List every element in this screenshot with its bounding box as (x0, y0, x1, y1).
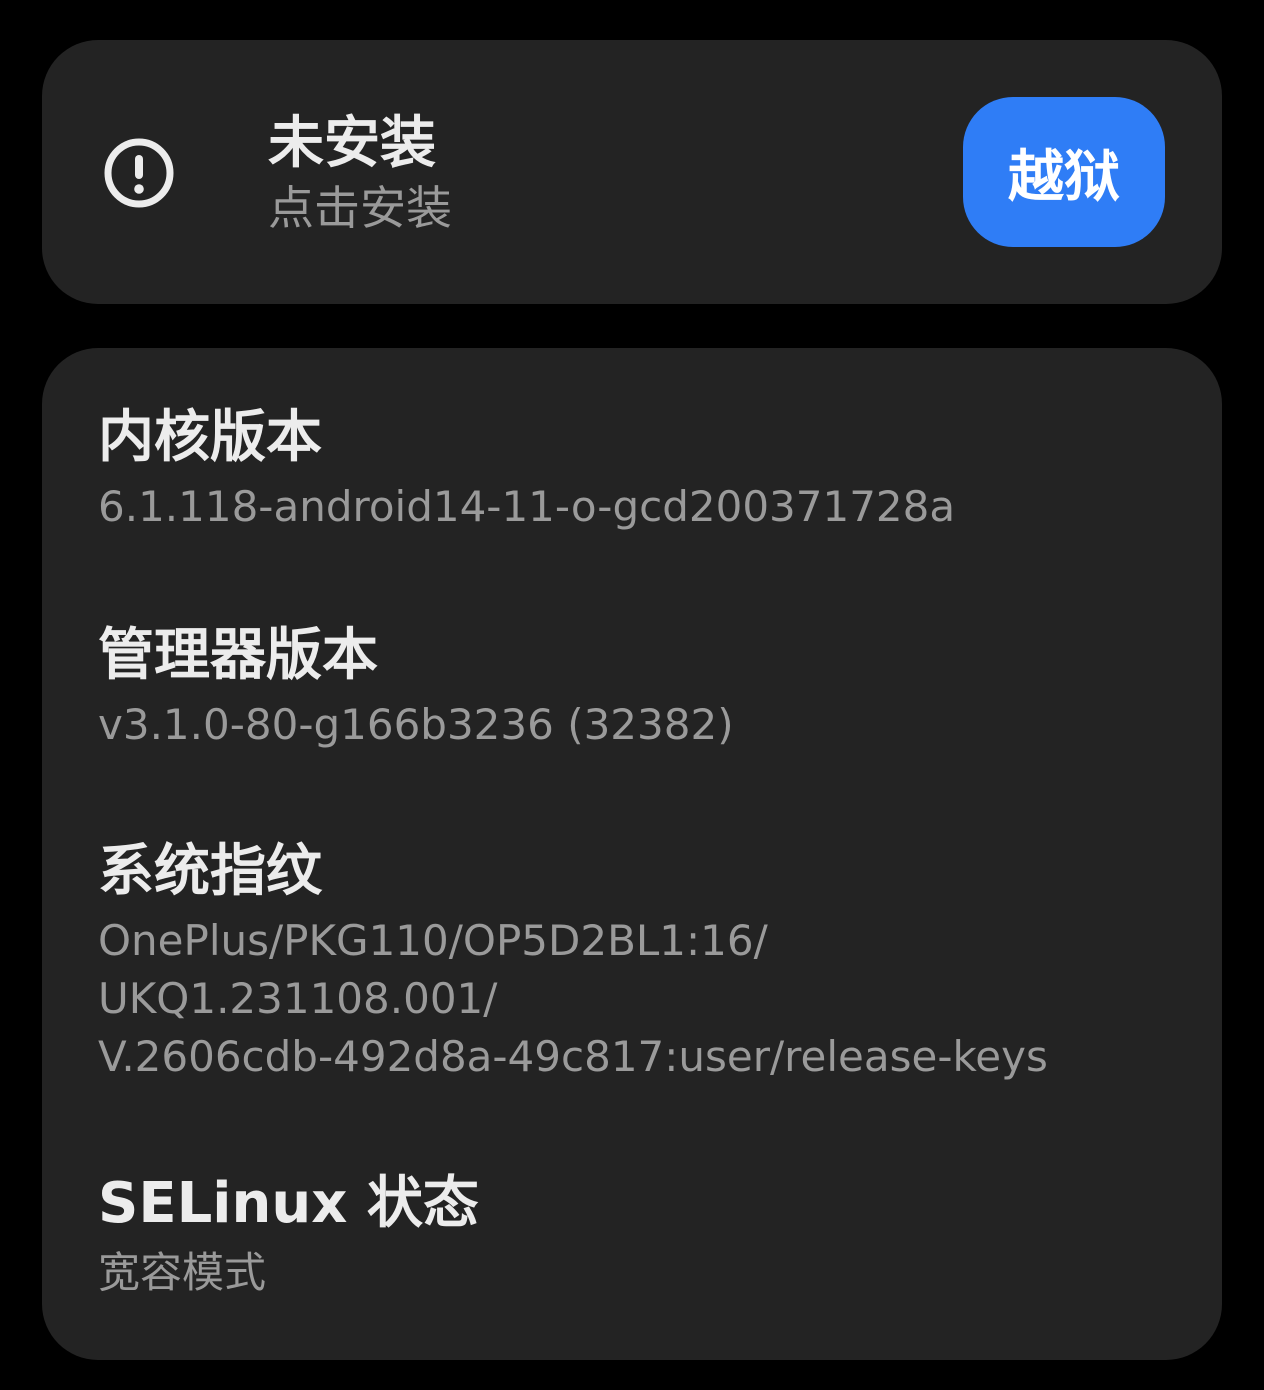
info-item-selinux-status: SELinux 状态 宽容模式 (98, 1172, 1178, 1302)
jailbreak-button[interactable]: 越狱 (963, 97, 1165, 247)
info-label: 系统指纹 (98, 839, 322, 904)
info-label: 管理器版本 (98, 623, 378, 688)
info-item-manager-version: 管理器版本 v3.1.0-80-g166b3236 (32382) (98, 624, 1178, 754)
install-status-title: 未安装 (268, 111, 436, 176)
exclamation-circle-icon (104, 138, 174, 208)
info-label: SELinux 状态 (98, 1171, 479, 1236)
info-value: OnePlus/PKG110/OP5D2BL1:16/ UKQ1.231108.… (98, 916, 1048, 1081)
info-item-kernel-version: 内核版本 6.1.118-android14-11-o-gcd200371728… (98, 406, 1178, 536)
info-item-system-fingerprint: 系统指纹 OnePlus/PKG110/OP5D2BL1:16/ UKQ1.23… (98, 840, 1178, 1086)
info-label: 内核版本 (98, 405, 322, 470)
info-value: 宽容模式 (98, 1248, 267, 1297)
info-value: v3.1.0-80-g166b3236 (32382) (98, 700, 734, 749)
info-value: 6.1.118-android14-11-o-gcd200371728a (98, 482, 956, 531)
install-status-subtitle[interactable]: 点击安装 (268, 180, 452, 236)
